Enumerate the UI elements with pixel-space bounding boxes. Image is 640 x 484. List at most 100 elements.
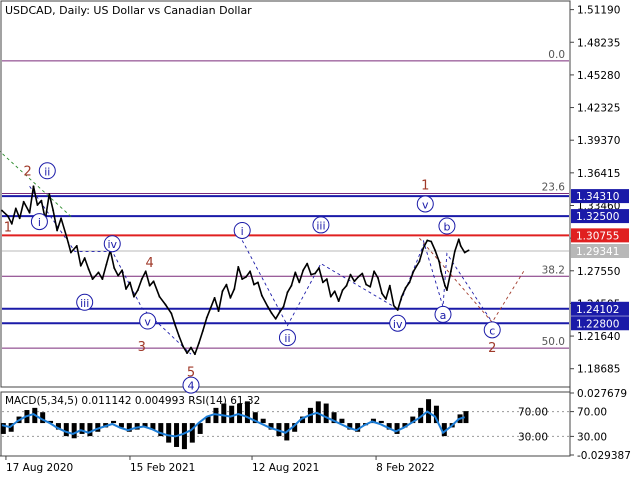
time-tick-label: 12 Aug 2021 [252, 462, 319, 474]
level-tag-label: 1.34310 [576, 191, 619, 203]
price-point [194, 353, 196, 356]
price-point [444, 284, 446, 287]
level-tag-label: 1.30755 [576, 230, 619, 242]
indicator-title: MACD(5,34,5) 0.011142 0.004993 RSI(14) 6… [5, 395, 260, 407]
price-point [28, 211, 31, 214]
price-point [392, 304, 395, 307]
price-point [133, 295, 135, 298]
price-point [396, 309, 399, 311]
price-point [422, 247, 425, 250]
price-point [282, 305, 285, 308]
wave-label: 1 [4, 221, 12, 236]
indicator-tick-label: -0.029387 [577, 450, 631, 462]
price-point [40, 199, 43, 202]
price-point [7, 215, 9, 217]
price-point [197, 342, 200, 345]
macd-bar [394, 423, 400, 434]
price-tick-label: 1.27550 [577, 266, 620, 278]
price-point [385, 298, 387, 300]
indicator-tick-label: 30.00 [577, 431, 607, 443]
price-point [121, 269, 123, 272]
price-point [201, 330, 204, 332]
wave-label: 2 [23, 164, 31, 179]
wave-label: 4 [146, 256, 154, 271]
level-tag-label: 1.24102 [576, 304, 619, 316]
price-point [101, 278, 104, 280]
price-point [83, 257, 86, 259]
price-point [457, 238, 460, 241]
price-point [237, 266, 240, 268]
price-point [418, 260, 421, 263]
level-tag-label: 1.22800 [576, 318, 619, 330]
price-point [400, 295, 403, 298]
fib-label: 50.0 [542, 336, 565, 348]
price-tick-label: 1.36415 [577, 168, 620, 180]
price-point [318, 267, 320, 269]
price-point [66, 237, 68, 240]
price-point [377, 277, 379, 279]
time-tick-label: 17 Aug 2020 [6, 462, 73, 474]
price-point [426, 239, 429, 242]
wave-label: 3 [138, 340, 146, 355]
price-point [105, 263, 108, 266]
price-point [266, 305, 269, 308]
price-point [467, 249, 470, 252]
price-point [337, 300, 340, 303]
price-point [22, 200, 25, 203]
price-point [136, 289, 139, 292]
price-point [209, 306, 212, 309]
price-point [274, 317, 277, 320]
price-point [158, 295, 161, 298]
price-point [270, 312, 273, 315]
chart-root: 0.023.638.250.0 12iiiiv4iiiv35((4iiiiiii… [0, 0, 640, 480]
wave-label: c [489, 324, 495, 337]
price-point [314, 272, 316, 275]
price-point [310, 273, 312, 276]
price-point [148, 284, 151, 287]
price-point [190, 346, 192, 349]
price-point [322, 281, 324, 284]
price-point [253, 283, 255, 286]
price-point [205, 316, 208, 319]
price-point [174, 324, 177, 327]
wave-label: 2 [488, 341, 496, 356]
fib-label: 38.2 [542, 264, 565, 276]
indicator-tick-label: 0.027679 [577, 388, 627, 400]
wave-label: i [38, 216, 41, 229]
price-point [434, 249, 437, 252]
price-point [453, 250, 456, 253]
price-point [430, 240, 433, 243]
price-tick-label: 1.51190 [577, 5, 620, 17]
price-point [170, 312, 173, 315]
price-point [186, 352, 188, 354]
price-point [52, 209, 55, 212]
price-point [1, 209, 3, 212]
price-point [117, 274, 120, 277]
price-point [361, 272, 364, 275]
price-point [373, 270, 375, 273]
price-point [260, 294, 263, 297]
macd-bar [79, 423, 85, 434]
fib-label: 23.6 [542, 181, 566, 193]
price-point [245, 275, 248, 278]
price-point [349, 273, 352, 276]
price-point [369, 285, 372, 288]
indicator-left-label: 30.00 [518, 431, 548, 443]
price-point [329, 295, 332, 298]
wave-label: iv [393, 318, 403, 331]
price-point [345, 284, 348, 287]
price-point [333, 290, 336, 293]
price-point [75, 245, 78, 247]
price-point [381, 292, 383, 295]
macd-bar [87, 423, 93, 437]
price-point [294, 271, 297, 274]
price-point [412, 270, 415, 273]
wave-label: v [422, 198, 429, 211]
price-point [257, 281, 259, 284]
price-point [357, 275, 360, 278]
price-point [306, 262, 309, 265]
price-point [353, 280, 356, 283]
price-point [440, 270, 442, 273]
price-point [446, 289, 448, 292]
price-point [164, 303, 167, 306]
